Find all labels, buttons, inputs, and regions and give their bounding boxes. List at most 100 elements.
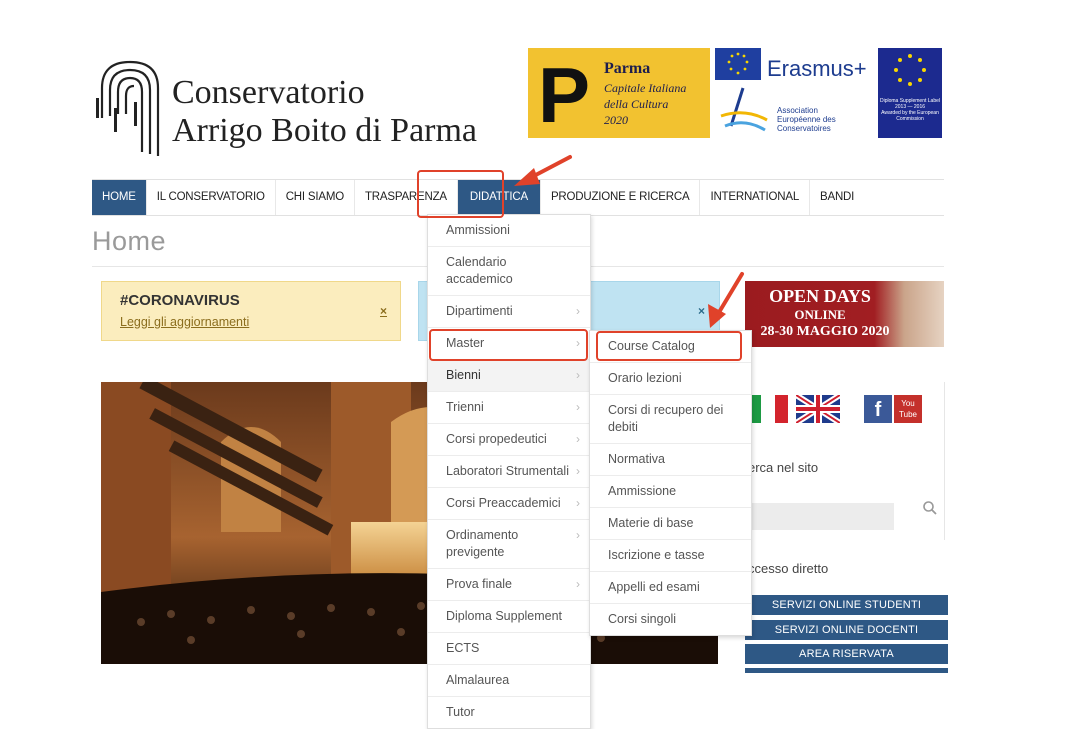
direct-access-label: ccesso diretto	[748, 561, 829, 576]
menu-item-label: Calendario accademico	[446, 255, 513, 286]
aec-line3: Conservatoires	[777, 124, 831, 133]
menu-item-label: Prova finale	[446, 577, 513, 591]
uk-flag-icon[interactable]	[796, 395, 840, 423]
chevron-right-icon: ›	[576, 528, 580, 542]
open-days-banner[interactable]: OPEN DAYS ONLINE 28-30 MAGGIO 2020	[745, 281, 944, 347]
menu-item-almalaurea[interactable]: Almalaurea	[428, 665, 590, 697]
menu-item-label: Ordinamento previgente	[446, 528, 519, 559]
parma-line3: 2020	[604, 113, 628, 127]
chevron-right-icon: ›	[576, 304, 580, 318]
submenu-item-materie-di-base[interactable]: Materie di base	[590, 508, 751, 540]
parma-capitale-banner[interactable]: P Parma Capitale Italiana della Cultura …	[528, 48, 710, 138]
coronavirus-heading: #CORONAVIRUS	[120, 292, 240, 309]
logo-line-1: Conservatorio	[172, 74, 365, 111]
youtube-icon[interactable]: You Tube	[894, 395, 922, 423]
submenu-item-iscrizione-e-tasse[interactable]: Iscrizione e tasse	[590, 540, 751, 572]
aec-line2: Européenne des	[777, 115, 836, 124]
chevron-right-icon: ›	[576, 368, 580, 382]
menu-item-bienni[interactable]: Bienni ›	[428, 360, 590, 392]
menu-item-diploma-supplement[interactable]: Diploma Supplement	[428, 601, 590, 633]
menu-item-laboratori-strumentali[interactable]: Laboratori Strumentali ›	[428, 456, 590, 488]
menu-item-label: Laboratori Strumentali	[446, 464, 569, 478]
didattica-dropdown: Ammissioni Calendario accademico Diparti…	[427, 214, 591, 729]
close-icon[interactable]: ×	[380, 304, 387, 318]
menu-item-prova-finale[interactable]: Prova finale ›	[428, 569, 590, 601]
services-next-button[interactable]	[745, 668, 948, 673]
menu-item-ects[interactable]: ECTS	[428, 633, 590, 665]
parma-line1: Capitale Italiana	[604, 81, 687, 95]
annotation-arrow-icon	[708, 272, 744, 328]
menu-item-label: Tutor	[446, 705, 475, 719]
diploma-supplement-label-banner[interactable]: Diploma Supplement Label 2013 — 2016 Awa…	[878, 48, 942, 138]
search-label: erca nel sito	[748, 460, 819, 475]
open-days-line2: ONLINE	[794, 307, 846, 322]
chevron-right-icon: ›	[576, 496, 580, 510]
erasmus-banner[interactable]: Erasmus+	[715, 48, 875, 88]
open-days-line3: 28-30 MAGGIO 2020	[760, 324, 890, 339]
menu-item-label: Ammissioni	[446, 223, 510, 237]
search-icon[interactable]	[922, 500, 938, 516]
parma-letter: P	[538, 51, 591, 139]
aec-logo-icon	[720, 87, 768, 132]
open-days-line1: OPEN DAYS	[769, 286, 871, 306]
menu-item-ammissioni[interactable]: Ammissioni	[428, 215, 590, 247]
nav-international[interactable]: INTERNATIONAL	[700, 180, 811, 215]
youtube-top-text: You	[901, 399, 915, 408]
menu-item-label: Corsi propedeutici	[446, 432, 547, 446]
menu-item-label: Bienni	[446, 368, 481, 382]
menu-item-dipartimenti[interactable]: Dipartimenti ›	[428, 296, 590, 328]
coronavirus-updates-link[interactable]: Leggi gli aggiornamenti	[120, 315, 249, 329]
area-riservata-button[interactable]: AREA RISERVATA	[745, 644, 948, 664]
search-input[interactable]	[748, 503, 894, 530]
bienni-submenu: Course Catalog Orario lezioni Corsi di r…	[589, 330, 752, 636]
coronavirus-alert: #CORONAVIRUS Leggi gli aggiornamenti ×	[101, 281, 401, 341]
menu-item-calendario-accademico[interactable]: Calendario accademico	[428, 247, 590, 296]
menu-item-corsi-propedeutici[interactable]: Corsi propedeutici ›	[428, 424, 590, 456]
chevron-right-icon: ›	[576, 432, 580, 446]
annotation-arrow-icon	[514, 155, 572, 186]
menu-item-ordinamento-previgente[interactable]: Ordinamento previgente ›	[428, 520, 590, 569]
nav-home[interactable]: HOME	[92, 180, 147, 215]
submenu-item-ammissione[interactable]: Ammissione	[590, 476, 751, 508]
menu-item-label: Diploma Supplement	[446, 609, 563, 623]
servizi-online-docenti-button[interactable]: SERVIZI ONLINE DOCENTI	[745, 620, 948, 640]
menu-item-label: ECTS	[446, 641, 480, 655]
highlight-course-catalog	[596, 331, 742, 361]
submenu-item-normativa[interactable]: Normativa	[590, 444, 751, 476]
menu-item-tutor[interactable]: Tutor	[428, 697, 590, 728]
menu-item-trienni[interactable]: Trienni ›	[428, 392, 590, 424]
menu-item-label: Almalaurea	[446, 673, 510, 687]
eu-stars-icon	[894, 54, 926, 86]
menu-item-label: Dipartimenti	[446, 304, 513, 318]
nav-chi-siamo[interactable]: CHI SIAMO	[276, 180, 355, 215]
aec-line1: Association	[777, 106, 818, 115]
chevron-right-icon: ›	[576, 400, 580, 414]
highlight-bienni	[429, 329, 588, 361]
chevron-right-icon: ›	[576, 464, 580, 478]
submenu-item-appelli-ed-esami[interactable]: Appelli ed esami	[590, 572, 751, 604]
nav-il-conservatorio[interactable]: IL CONSERVATORIO	[147, 180, 276, 215]
submenu-item-orario-lezioni[interactable]: Orario lezioni	[590, 363, 751, 395]
servizi-online-studenti-button[interactable]: SERVIZI ONLINE STUDENTI	[745, 595, 948, 615]
submenu-item-corsi-singoli[interactable]: Corsi singoli	[590, 604, 751, 635]
aec-banner[interactable]: Association Européenne des Conservatoire…	[715, 86, 875, 138]
erasmus-text: Erasmus+	[767, 56, 867, 81]
chevron-right-icon: ›	[576, 577, 580, 591]
parma-title: Parma	[604, 60, 651, 77]
site-logo[interactable]: Conservatorio Arrigo Boito di Parma	[94, 58, 514, 158]
highlight-didattica	[417, 170, 504, 218]
parma-line2: della Cultura	[604, 97, 669, 111]
italian-flag-icon[interactable]	[748, 395, 788, 423]
nav-bandi[interactable]: BANDI	[810, 180, 864, 215]
logo-line-2: Arrigo Boito di Parma	[172, 112, 478, 149]
facebook-icon[interactable]: f	[864, 395, 892, 423]
eu-flag-icon	[715, 48, 761, 80]
menu-item-corsi-preaccademici[interactable]: Corsi Preaccademici ›	[428, 488, 590, 520]
dsl-line3: Awarded by the European Commission	[881, 110, 939, 122]
menu-item-label: Trienni	[446, 400, 484, 414]
submenu-item-corsi-di-recupero[interactable]: Corsi di recupero dei debiti	[590, 395, 751, 444]
logo-mark-icon	[96, 60, 160, 156]
youtube-bottom-text: Tube	[899, 410, 917, 419]
page-title: Home	[92, 226, 167, 256]
menu-item-label: Corsi Preaccademici	[446, 496, 561, 510]
